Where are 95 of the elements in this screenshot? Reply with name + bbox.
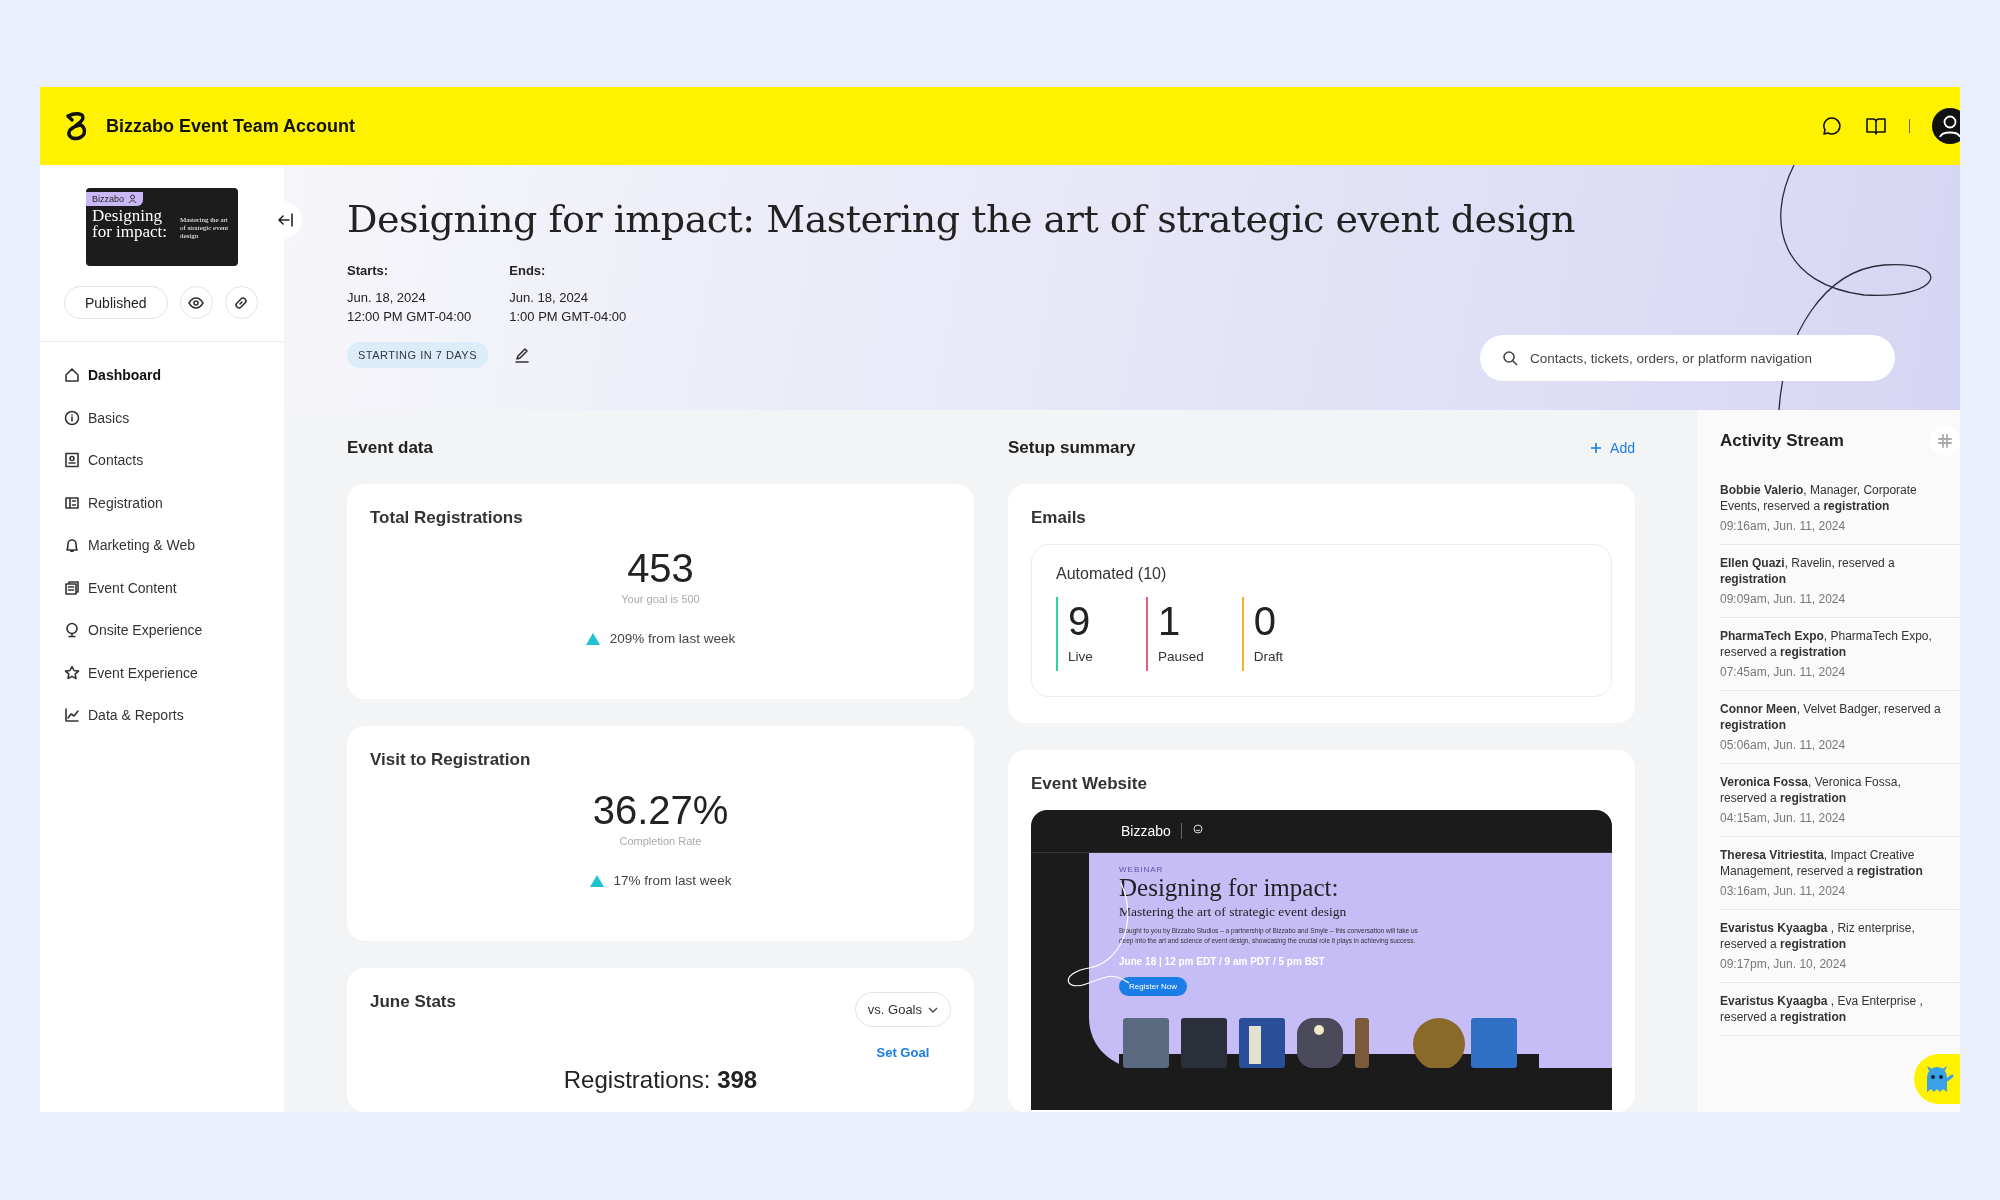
up-triangle-icon [589, 874, 604, 887]
nav-item[interactable]: Basics [40, 396, 284, 439]
activity-time: 07:45am, Jun. 11, 2024 [1720, 664, 1847, 680]
stat-value: 9 [1068, 598, 1092, 645]
activity-time: 05:06am, Jun. 11, 2024 [1720, 737, 1847, 753]
registrations-summary: Registrations: 398 [562, 1066, 759, 1094]
logo-icon [64, 111, 88, 141]
card-title: Emails [1031, 508, 1087, 528]
activity-time: 09:09am, Jun. 11, 2024 [1720, 591, 1847, 607]
avatar-icon[interactable] [1932, 108, 1960, 144]
activity-text: Ellen Quazi, Ravelin, reserved a registration [1720, 555, 1896, 587]
chevron-down-icon [928, 1006, 938, 1013]
chart-icon [64, 707, 80, 724]
section-title: Setup summary [1008, 438, 1136, 458]
pin-icon [64, 622, 80, 639]
nav-item[interactable]: Registration [40, 481, 284, 524]
card-title: Event Website [1031, 774, 1148, 794]
preview-title: Designing for impact: [1119, 874, 1340, 902]
nav-item[interactable]: Dashboard [40, 354, 284, 397]
activity-time: 03:16am, Jun. 11, 2024 [1720, 883, 1847, 899]
nav-item[interactable]: Event Experience [40, 651, 284, 694]
stat-label: Draft [1253, 649, 1284, 664]
person-icon [128, 194, 138, 204]
automated-title: Automated (10) [1056, 565, 1168, 583]
search-icon [1502, 350, 1518, 366]
hash-icon [1938, 434, 1952, 448]
preview-subtitle: Mastering the art of strategic event design [1119, 904, 1348, 920]
date-value: Jun. 18, 2024 [347, 289, 427, 307]
chat-icon[interactable] [1821, 115, 1843, 137]
search-field[interactable]: Contacts, tickets, orders, or platform navigation [1480, 335, 1895, 381]
activity-text: PharmaTech Expo, PharmaTech Expo, reserved a registration [1720, 628, 1933, 660]
collapse-icon [277, 213, 293, 227]
nav-item[interactable]: Marketing & Web [40, 524, 284, 567]
status-button[interactable]: Published [64, 286, 168, 319]
activity-time: 04:15am, Jun. 11, 2024 [1720, 810, 1847, 826]
link-icon [233, 294, 249, 311]
eyebrow-label: WEBINAR [1119, 865, 1165, 874]
contact-card-icon [64, 452, 80, 469]
thumbnail-title: Designing for impact: [92, 208, 169, 240]
date-value: Jun. 18, 2024 [509, 289, 590, 307]
date-label: Starts: [347, 263, 390, 278]
preview-schedule: June 18 | 12 pm EDT / 9 am PDT / 5 pm BST [1119, 956, 1326, 967]
brand-label: Bizzabo [92, 194, 125, 204]
section-title: Event data [347, 438, 433, 458]
date-label: Ends: [509, 263, 547, 278]
pages-icon [64, 579, 80, 596]
book-icon[interactable] [1865, 115, 1887, 137]
metric-value: 36.27% [592, 788, 729, 833]
pencil-icon [514, 347, 531, 363]
home-icon [64, 367, 80, 384]
panel-title: Activity Stream [1720, 431, 1844, 451]
register-button[interactable]: Register Now [1119, 977, 1187, 996]
card-title: Visit to Registration [370, 750, 531, 770]
status-badge: STARTING IN 7 DAYS [347, 342, 489, 368]
card-title: Total Registrations [370, 508, 523, 528]
bell-icon [64, 537, 80, 554]
info-icon [64, 409, 80, 426]
stat-value: 1 [1158, 598, 1182, 645]
brand-logo: Bizzabo [1121, 823, 1171, 839]
nav-item[interactable]: Data & Reports [40, 694, 284, 737]
trend-text: 209% from last week [609, 631, 736, 646]
activity-text: Evaristus Kyaagba , Eva Enterprise , reserved a registration [1720, 993, 1924, 1025]
nav-item[interactable]: Onsite Experience [40, 609, 284, 652]
time-value: 12:00 PM GMT-04:00 [347, 308, 472, 326]
stat-value: 0 [1253, 598, 1278, 645]
eye-icon [188, 294, 204, 311]
preview-button[interactable] [179, 286, 213, 319]
metric-value: 453 [627, 546, 694, 591]
activity-time: 09:17pm, Jun. 10, 2024 [1720, 956, 1848, 972]
set-goal-link[interactable]: Set Goal [876, 1045, 930, 1060]
copy-link-button[interactable] [224, 286, 258, 319]
activity-text: Theresa Vitriestita, Impact Creative Management, reserved a registration [1720, 847, 1924, 879]
plus-icon [1590, 442, 1603, 454]
activity-text: Veronica Fossa, Veronica Fossa, reserved a registration [1720, 774, 1902, 806]
activity-text: Bobbie Valerio, Manager, Corporate Events, reserved a registration [1720, 482, 1918, 514]
add-link[interactable]: Add [1590, 440, 1635, 456]
nav-item[interactable]: Contacts [40, 439, 284, 482]
metric-caption: Completion Rate [619, 835, 702, 847]
metric-caption: Your goal is 500 [621, 593, 700, 605]
goals-dropdown[interactable]: vs. Goals [854, 992, 951, 1027]
stat-label: Paused [1158, 649, 1204, 664]
star-icon [64, 664, 80, 681]
edit-button[interactable] [514, 347, 531, 363]
activity-time: 09:16am, Jun. 11, 2024 [1720, 518, 1847, 534]
stat-label: Live [1068, 649, 1093, 664]
card-title: June Stats [370, 992, 456, 1013]
ticket-icon [64, 494, 80, 511]
up-triangle-icon [585, 632, 600, 645]
time-value: 1:00 PM GMT-04:00 [509, 308, 627, 326]
event-title: Designing for impact: Mastering the art of strategic event design [347, 197, 1576, 241]
activity-text: Connor Meen, Velvet Badger, reserved a registration [1720, 701, 1942, 733]
account-name: Bizzabo Event Team Account [106, 115, 356, 137]
trend-text: 17% from last week [613, 873, 732, 888]
nav-item[interactable]: Event Content [40, 566, 284, 609]
activity-text: Evaristus Kyaagba , Riz enterprise, reserved a registration [1720, 920, 1916, 952]
